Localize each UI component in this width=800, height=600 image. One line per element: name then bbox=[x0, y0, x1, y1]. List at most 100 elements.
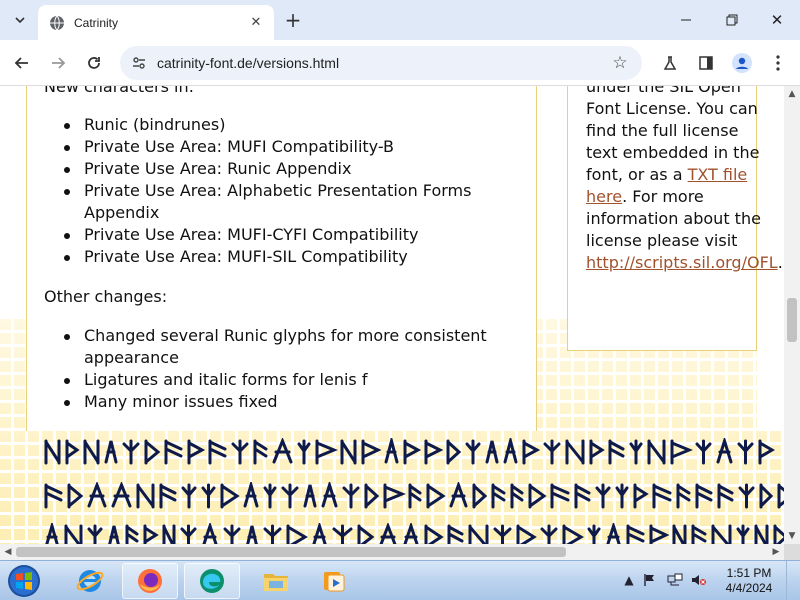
rune-glyph bbox=[695, 483, 713, 509]
rune-glyph bbox=[44, 439, 61, 465]
clock[interactable]: 1:51 PM 4/4/2024 bbox=[718, 566, 780, 596]
page-viewport[interactable]: New characters in: Runic (bindrunes) Pri… bbox=[0, 86, 784, 544]
rune-glyph bbox=[87, 524, 103, 544]
rune-glyph bbox=[754, 524, 769, 544]
rune-glyph bbox=[491, 483, 506, 509]
rune-glyph bbox=[615, 483, 629, 509]
rune-glyph bbox=[64, 524, 83, 544]
media-player-icon[interactable] bbox=[306, 563, 362, 599]
rune-glyph bbox=[691, 524, 707, 544]
rune-glyph bbox=[208, 439, 227, 465]
window-close-icon[interactable]: ✕ bbox=[754, 0, 800, 40]
rune-glyph bbox=[738, 483, 755, 509]
scroll-right-icon[interactable]: ▶ bbox=[768, 544, 784, 560]
rune-glyph bbox=[543, 439, 561, 465]
rune-glyph bbox=[181, 483, 197, 509]
scroll-up-icon[interactable]: ▲ bbox=[784, 86, 800, 102]
rune-glyph bbox=[340, 439, 357, 465]
horizontal-scrollbar[interactable]: ◀ ▶ bbox=[0, 544, 784, 560]
side-panel-icon[interactable] bbox=[694, 51, 718, 75]
rune-glyph bbox=[717, 483, 734, 509]
rune-glyph bbox=[633, 483, 649, 509]
rune-glyph bbox=[446, 439, 462, 465]
tune-icon[interactable] bbox=[130, 54, 148, 72]
rune-glyph bbox=[104, 440, 118, 464]
rune-glyph bbox=[253, 439, 268, 465]
flask-icon[interactable] bbox=[658, 51, 682, 75]
ofl-link[interactable]: http://scripts.sil.org/OFL bbox=[586, 253, 778, 272]
scroll-left-icon[interactable]: ◀ bbox=[0, 544, 16, 560]
rune-glyph bbox=[286, 524, 308, 544]
arrow-right-icon[interactable] bbox=[46, 51, 70, 75]
rune-glyph bbox=[231, 439, 249, 465]
rune-glyph bbox=[468, 524, 489, 544]
runic-sample-row bbox=[44, 523, 784, 544]
list-item: Private Use Area: Alphabetic Presentatio… bbox=[44, 180, 484, 224]
network-icon[interactable] bbox=[666, 571, 684, 589]
rune-glyph bbox=[465, 439, 481, 465]
ie-icon[interactable] bbox=[62, 563, 118, 599]
rune-glyph bbox=[108, 525, 120, 544]
show-hidden-icons-icon[interactable]: ▲ bbox=[620, 571, 638, 589]
rune-glyph bbox=[223, 524, 241, 544]
rune-glyph bbox=[303, 484, 317, 508]
show-desktop-button[interactable] bbox=[786, 561, 800, 600]
rune-glyph bbox=[180, 524, 197, 544]
rune-glyph bbox=[424, 439, 444, 465]
rune-glyph bbox=[384, 438, 399, 464]
rune-glyph bbox=[426, 483, 446, 509]
new-characters-heading: New characters in: bbox=[44, 86, 194, 96]
rune-glyph bbox=[676, 483, 691, 509]
volume-muted-icon[interactable] bbox=[690, 571, 708, 589]
rune-glyph bbox=[162, 524, 176, 544]
runic-glyphs bbox=[44, 438, 775, 465]
rune-glyph bbox=[595, 483, 611, 509]
edge-icon[interactable] bbox=[184, 563, 240, 599]
rune-glyph bbox=[201, 483, 216, 509]
address-bar[interactable]: catrinity-font.de/versions.html ☆ bbox=[120, 46, 642, 80]
rune-glyph bbox=[122, 439, 140, 465]
rune-glyph bbox=[125, 524, 139, 544]
rune-glyph bbox=[65, 439, 80, 465]
scroll-down-icon[interactable]: ▼ bbox=[784, 528, 800, 544]
reload-icon[interactable] bbox=[82, 51, 106, 75]
rune-glyph bbox=[246, 525, 258, 544]
restore-icon[interactable] bbox=[709, 0, 755, 40]
minimize-icon[interactable] bbox=[663, 0, 709, 40]
rune-glyph bbox=[737, 439, 754, 465]
vertical-scroll-thumb[interactable] bbox=[787, 298, 797, 342]
rune-glyph bbox=[626, 524, 645, 544]
other-changes-list: Changed several Runic glyphs for more co… bbox=[44, 325, 504, 413]
rune-glyph bbox=[503, 438, 518, 464]
rune-glyph bbox=[472, 483, 488, 509]
flag-icon[interactable] bbox=[641, 571, 659, 589]
firefox-icon[interactable] bbox=[122, 563, 178, 599]
rune-glyph bbox=[383, 483, 406, 509]
vertical-scrollbar[interactable]: ▲ ▼ bbox=[784, 86, 800, 544]
list-item: Many minor issues fixed bbox=[44, 391, 504, 413]
rune-glyph bbox=[652, 483, 672, 509]
rune-glyph bbox=[565, 439, 585, 465]
start-button[interactable] bbox=[4, 562, 44, 600]
list-item: Private Use Area: MUFI-SIL Compatibility bbox=[44, 246, 484, 268]
tab-title: Catrinity bbox=[74, 15, 119, 30]
folder-icon[interactable] bbox=[248, 563, 304, 599]
rune-glyph bbox=[608, 439, 625, 465]
rune-glyph bbox=[711, 524, 732, 544]
arrow-left-icon[interactable] bbox=[10, 51, 34, 75]
horizontal-scroll-thumb[interactable] bbox=[16, 547, 566, 557]
kebab-menu-icon[interactable] bbox=[766, 51, 790, 75]
close-icon[interactable]: ✕ bbox=[248, 14, 264, 30]
chevron-down-icon[interactable] bbox=[7, 7, 33, 33]
star-icon[interactable]: ☆ bbox=[610, 53, 630, 73]
rune-glyph bbox=[136, 483, 155, 509]
rune-glyph bbox=[606, 523, 621, 544]
url-text: catrinity-font.de/versions.html bbox=[157, 55, 340, 71]
profile-icon[interactable] bbox=[730, 51, 754, 75]
list-item: Private Use Area: MUFI Compatibility-B bbox=[44, 136, 484, 158]
rune-glyph bbox=[144, 439, 161, 465]
tab-catrinity[interactable]: Catrinity ✕ bbox=[38, 5, 274, 40]
plus-icon[interactable]: + bbox=[282, 9, 304, 31]
rune-glyph bbox=[574, 483, 591, 509]
rune-glyph bbox=[379, 523, 397, 544]
